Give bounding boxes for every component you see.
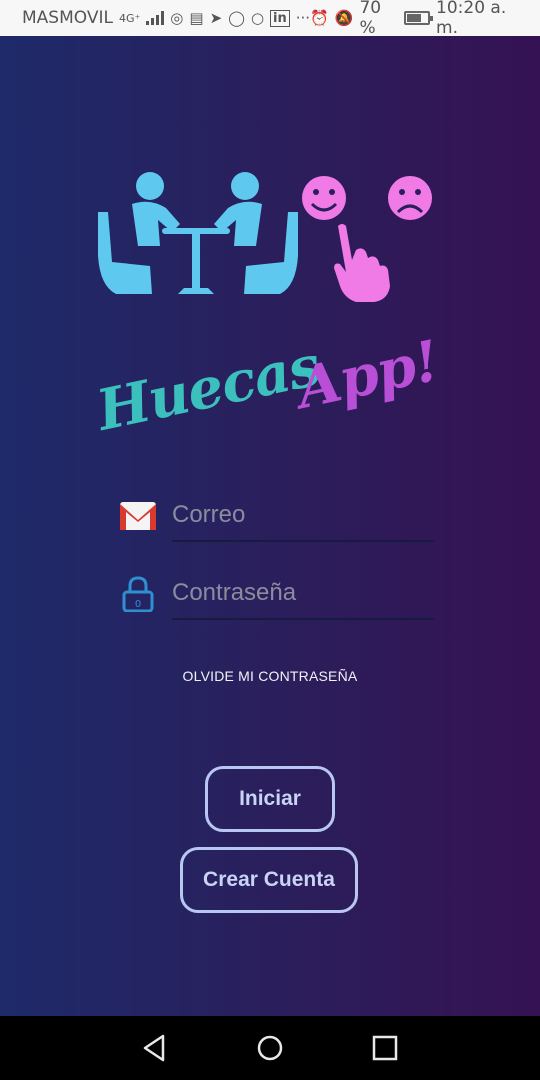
recents-icon[interactable] (369, 1032, 401, 1064)
email-field-row (118, 492, 434, 542)
clock: 10:20 a. m. (436, 0, 507, 38)
app-logo-illustration (98, 172, 432, 302)
carrier-name: MASMOVIL (22, 8, 113, 28)
email-input-wrapper (172, 492, 434, 542)
signal-icon (146, 11, 165, 25)
login-button[interactable]: Iniciar (205, 766, 335, 832)
password-input[interactable] (172, 570, 434, 616)
home-icon[interactable] (254, 1032, 286, 1064)
system-nav-bar (0, 1016, 540, 1080)
lock-icon: 0 (122, 576, 154, 612)
password-input-wrapper (172, 570, 434, 620)
whatsapp-icon: ◯ (228, 9, 245, 27)
password-field-row: 0 (118, 570, 434, 620)
login-screen: Huecas App! 0 OLVIDE MI CONTRASEÑA Inici… (0, 36, 540, 1016)
brand-name-part1: Huecas (91, 332, 326, 444)
happy-face-icon (302, 176, 346, 220)
create-account-button[interactable]: Crear Cuenta (180, 847, 358, 913)
battery-icon (404, 11, 433, 25)
sad-face-icon (388, 176, 432, 220)
battery-percent: 70 % (359, 0, 382, 38)
forgot-password-link[interactable]: OLVIDE MI CONTRASEÑA (0, 668, 540, 684)
linkedin-icon: in (270, 9, 290, 27)
more-icon: ··· (295, 9, 311, 27)
status-bar: MASMOVIL 4G⁺ ◎ ▤ ➤ ◯ ○ in ··· ⏰ 🔕 70 % 1… (0, 0, 540, 38)
alarm-icon: ⏰ (310, 9, 329, 27)
email-input[interactable] (172, 492, 434, 538)
svg-text:0: 0 (135, 599, 141, 610)
back-icon[interactable] (139, 1032, 171, 1064)
news-icon: ▤ (189, 9, 204, 27)
mute-icon: 🔕 (334, 9, 354, 27)
diners-icon (98, 172, 298, 294)
app-brand-name: Huecas App! (91, 328, 445, 456)
mail-icon (120, 502, 156, 530)
pointing-hand-icon (334, 224, 390, 302)
network-type: 4G⁺ (118, 11, 141, 25)
nfc-icon: ➤ (209, 9, 223, 27)
brand-name-part2: App! (291, 327, 445, 422)
sync-icon: ○ (250, 9, 265, 27)
hotspot-icon: ◎ (170, 9, 184, 27)
